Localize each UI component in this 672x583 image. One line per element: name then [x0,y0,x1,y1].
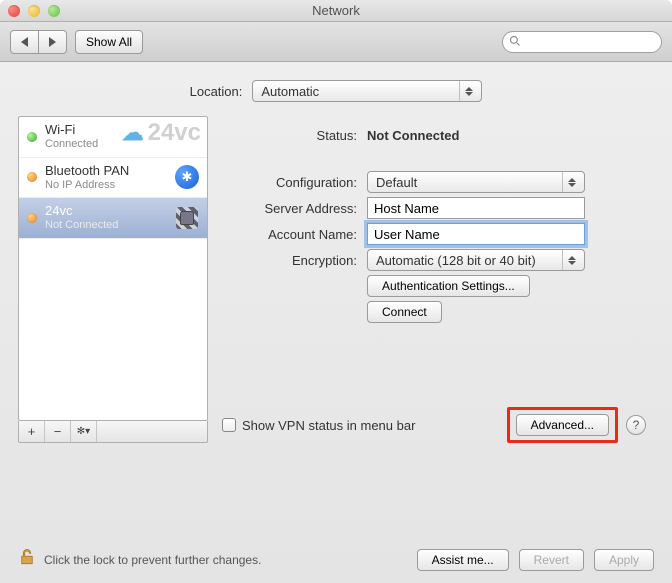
toolbar: Show All [0,22,672,62]
unlock-icon[interactable] [18,548,36,571]
forward-button[interactable] [39,30,67,54]
server-address-input[interactable] [367,197,585,219]
status-dot-icon [27,132,37,142]
network-item-wifi[interactable]: Wi-Fi Connected [19,117,207,158]
status-label: Status: [222,128,357,143]
chevron-right-icon [49,37,56,47]
window-title: Network [312,3,360,18]
authentication-settings-button[interactable]: Authentication Settings... [367,275,530,297]
titlebar: Network [0,0,672,22]
apply-button[interactable]: Apply [594,549,654,571]
configuration-value: Default [376,175,417,190]
connect-button[interactable]: Connect [367,301,442,323]
close-window-icon[interactable] [8,5,20,17]
network-status: Connected [45,138,98,151]
location-select[interactable]: Automatic [252,80,482,102]
status-dot-icon [27,172,37,182]
encryption-value: Automatic (128 bit or 40 bit) [376,253,536,268]
network-item-24vc[interactable]: 24vc Not Connected [19,198,207,239]
server-address-label: Server Address: [222,201,357,216]
network-name: Bluetooth PAN [45,164,129,179]
network-status: Not Connected [45,219,118,232]
account-name-input[interactable] [367,223,585,245]
account-name-label: Account Name: [222,227,357,242]
configuration-label: Configuration: [222,175,357,190]
encryption-select[interactable]: Automatic (128 bit or 40 bit) [367,249,585,271]
location-value: Automatic [261,84,319,99]
show-vpn-status-label: Show VPN status in menu bar [242,418,415,433]
network-action-button[interactable]: ✻▾ [71,421,97,442]
minimize-window-icon[interactable] [28,5,40,17]
configuration-select[interactable]: Default [367,171,585,193]
location-label: Location: [190,84,243,99]
search-icon [509,35,521,50]
remove-network-button[interactable]: − [45,421,71,442]
lock-text: Click the lock to prevent further change… [44,553,261,567]
add-network-button[interactable]: + [19,421,45,442]
network-item-bluetooth[interactable]: Bluetooth PAN No IP Address ✱ [19,158,207,199]
advanced-highlight: Advanced... [507,407,618,443]
search-input[interactable] [502,31,662,53]
encryption-label: Encryption: [222,253,357,268]
status-value: Not Connected [367,128,459,143]
zoom-window-icon[interactable] [48,5,60,17]
network-status: No IP Address [45,179,129,192]
network-list: ☁ 24vc Wi-Fi Connected Bluetooth PAN No … [18,116,208,421]
back-button[interactable] [10,30,39,54]
status-dot-icon [27,213,37,223]
lock-icon [175,206,199,230]
chevron-left-icon [21,37,28,47]
bluetooth-icon: ✱ [175,165,199,189]
revert-button[interactable]: Revert [519,549,584,571]
show-all-button[interactable]: Show All [75,30,143,54]
network-name: Wi-Fi [45,123,98,138]
help-button[interactable]: ? [626,415,646,435]
network-name: 24vc [45,204,118,219]
show-vpn-status-checkbox[interactable] [222,418,236,432]
advanced-button[interactable]: Advanced... [516,414,609,436]
assist-me-button[interactable]: Assist me... [417,549,509,571]
